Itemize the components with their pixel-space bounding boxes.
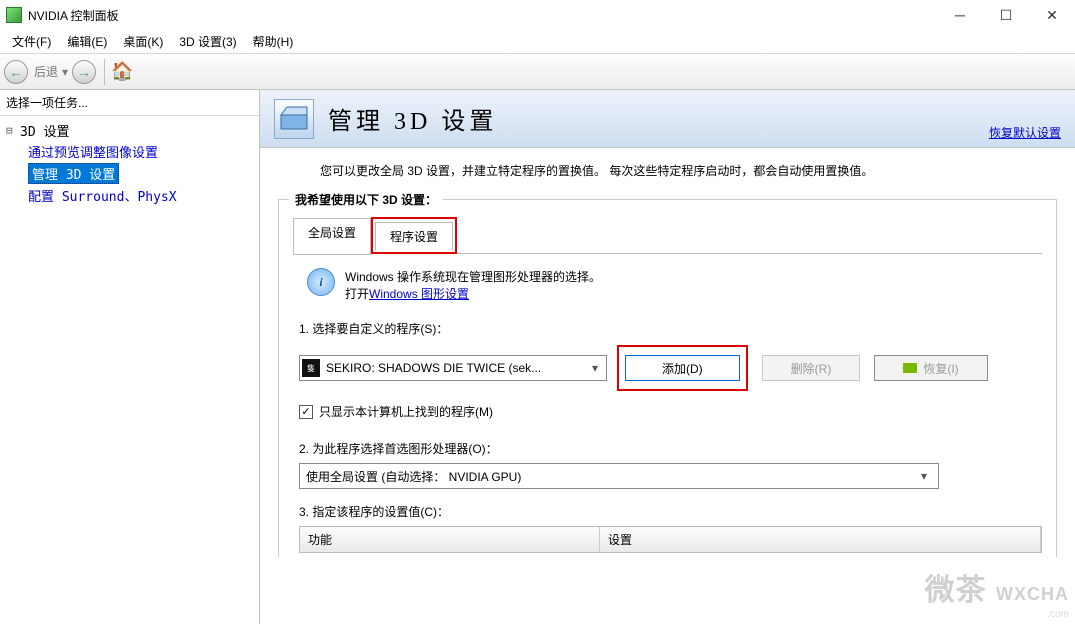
checkbox-row: ✓ 只显示本计算机上找到的程序(M) <box>293 397 1042 434</box>
program-select[interactable]: 隻 SEKIRO: SHADOWS DIE TWICE (sek... ▾ <box>299 355 607 381</box>
tab-global-settings[interactable]: 全局设置 <box>293 218 371 255</box>
tab-underline <box>457 217 1042 254</box>
info-row: i Windows 操作系统现在管理图形处理器的选择。 打开Windows 图形… <box>293 260 1042 314</box>
arrow-right-icon: → <box>72 60 96 84</box>
program-select-text: SEKIRO: SHADOWS DIE TWICE (sek... <box>326 361 586 375</box>
nvidia-logo-icon <box>903 363 917 373</box>
info-line1: Windows 操作系统现在管理图形处理器的选择。 <box>345 268 601 285</box>
menubar: 文件(F) 编辑(E) 桌面(K) 3D 设置(3) 帮助(H) <box>0 30 1075 54</box>
group-title: 我希望使用以下 3D 设置： <box>289 191 443 208</box>
toolbar: ← 后退 ▾ → 🏠 <box>0 54 1075 90</box>
step2-label: 2. 为此程序选择首选图形处理器(O)： <box>299 440 1042 457</box>
minimize-button[interactable]: ─ <box>937 0 983 30</box>
chevron-down-icon[interactable]: ▾ <box>62 65 68 79</box>
col-setting: 设置 <box>600 527 1041 552</box>
program-icon: 隻 <box>302 359 320 377</box>
settings-group: 我希望使用以下 3D 设置： 全局设置 程序设置 i Windows 操作系统现… <box>278 199 1057 557</box>
info-text: Windows 操作系统现在管理图形处理器的选择。 打开Windows 图形设置 <box>345 268 601 302</box>
tree-item-manage-3d[interactable]: 管理 3D 设置 <box>28 162 253 185</box>
checkbox-label: 只显示本计算机上找到的程序(M) <box>319 403 493 420</box>
close-button[interactable]: ✕ <box>1029 0 1075 30</box>
tree-collapse-icon[interactable]: ⊟ <box>6 124 20 137</box>
maximize-button[interactable]: ☐ <box>983 0 1029 30</box>
toolbar-separator <box>104 59 105 85</box>
restore-defaults-link[interactable]: 恢复默认设置 <box>989 124 1061 141</box>
titlebar: NVIDIA 控制面板 ─ ☐ ✕ <box>0 0 1075 30</box>
restore-button[interactable]: 恢复(I) <box>874 355 987 381</box>
page-description: 您可以更改全局 3D 设置，并建立特定程序的置换值。 每次这些特定程序启动时，都… <box>260 148 1075 189</box>
remove-button[interactable]: 删除(R) <box>762 355 861 381</box>
gpu-select-text: 使用全局设置 (自动选择： NVIDIA GPU) <box>306 468 521 485</box>
app-icon <box>6 7 22 23</box>
step3-label: 3. 指定该程序的设置值(C)： <box>299 503 1042 520</box>
menu-desktop[interactable]: 桌面(K) <box>115 33 171 50</box>
chevron-down-icon: ▾ <box>916 469 932 483</box>
program-row: 隻 SEKIRO: SHADOWS DIE TWICE (sek... ▾ 添加… <box>293 343 1042 397</box>
tree-root-3d-settings[interactable]: ⊟ 3D 设置 <box>6 120 253 141</box>
windows-graphics-link[interactable]: Windows 图形设置 <box>369 287 469 301</box>
highlight-box-tab: 程序设置 <box>371 217 457 254</box>
menu-file[interactable]: 文件(F) <box>4 33 59 50</box>
col-feature: 功能 <box>300 527 600 552</box>
task-tree-panel: 选择一项任务... ⊟ 3D 设置 通过预览调整图像设置 管理 3D 设置 配置… <box>0 90 260 624</box>
menu-edit[interactable]: 编辑(E) <box>59 33 115 50</box>
window-controls: ─ ☐ ✕ <box>937 0 1075 30</box>
info-line2: 打开Windows 图形设置 <box>345 285 601 302</box>
gpu-select[interactable]: 使用全局设置 (自动选择： NVIDIA GPU) ▾ <box>299 463 939 489</box>
info-icon: i <box>307 268 335 296</box>
tree-body: ⊟ 3D 设置 通过预览调整图像设置 管理 3D 设置 配置 Surround、… <box>0 116 259 210</box>
page-title: 管理 3D 设置 <box>328 101 497 136</box>
add-button[interactable]: 添加(D) <box>625 355 740 381</box>
menu-help[interactable]: 帮助(H) <box>245 33 302 50</box>
group-content: 全局设置 程序设置 i Windows 操作系统现在管理图形处理器的选择。 打开… <box>279 217 1056 557</box>
tree-header: 选择一项任务... <box>0 90 259 116</box>
home-icon[interactable]: 🏠 <box>111 61 133 82</box>
tabs-bar: 全局设置 程序设置 <box>293 217 1042 254</box>
tree-item-surround-physx[interactable]: 配置 Surround、PhysX <box>28 185 253 206</box>
nav-forward-button[interactable]: → <box>72 60 96 84</box>
nav-back-button[interactable]: ← <box>4 60 28 84</box>
settings-table-header: 功能 设置 <box>299 526 1042 553</box>
show-local-checkbox[interactable]: ✓ <box>299 405 313 419</box>
main-panel: 管理 3D 设置 恢复默认设置 您可以更改全局 3D 设置，并建立特定程序的置换… <box>260 90 1075 624</box>
chevron-down-icon: ▾ <box>586 361 604 375</box>
tree-children: 通过预览调整图像设置 管理 3D 设置 配置 Surround、PhysX <box>6 141 253 206</box>
tab-program-settings[interactable]: 程序设置 <box>375 222 453 251</box>
nav-back-label: 后退 <box>34 63 58 80</box>
page-header: 管理 3D 设置 恢复默认设置 <box>260 90 1075 148</box>
tree-item-image-settings[interactable]: 通过预览调整图像设置 <box>28 141 253 162</box>
content-area: 选择一项任务... ⊟ 3D 设置 通过预览调整图像设置 管理 3D 设置 配置… <box>0 90 1075 624</box>
menu-3d-settings[interactable]: 3D 设置(3) <box>171 33 244 50</box>
step1-label: 1. 选择要自定义的程序(S)： <box>299 320 1042 337</box>
highlight-box-add: 添加(D) <box>617 345 748 391</box>
settings-3d-icon <box>274 99 314 139</box>
watermark: 微茶 WXCHA .com <box>925 565 1069 620</box>
arrow-left-icon: ← <box>4 60 28 84</box>
window-title: NVIDIA 控制面板 <box>28 7 937 24</box>
